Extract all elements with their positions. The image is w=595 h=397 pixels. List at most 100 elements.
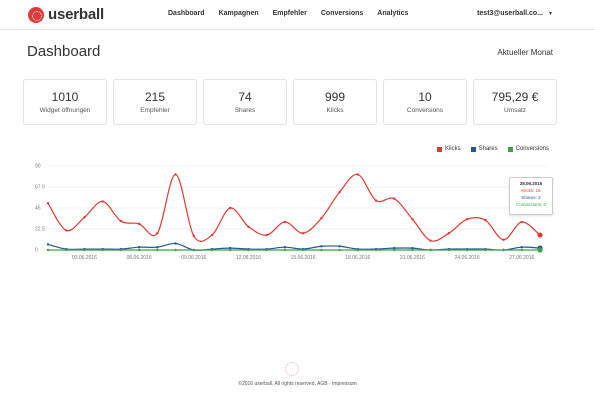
data-point-klicks bbox=[356, 173, 359, 176]
data-point-shares bbox=[46, 243, 50, 246]
main-nav: Dashboard Kampagnen Empfehler Conversion… bbox=[168, 10, 422, 17]
nav-empfehler[interactable]: Empfehler bbox=[273, 10, 307, 17]
y-tick-label: 22.5 bbox=[35, 227, 45, 233]
data-point-conversions bbox=[301, 248, 305, 252]
data-point-klicks bbox=[229, 206, 232, 210]
kpi-label: Klicks bbox=[326, 107, 344, 114]
data-point-klicks bbox=[520, 220, 523, 224]
legend-item-klicks[interactable]: Klicks bbox=[436, 146, 461, 152]
data-point-conversions bbox=[229, 248, 232, 252]
data-point-conversions bbox=[338, 248, 341, 252]
userball-logo[interactable]: userball bbox=[28, 6, 104, 23]
data-point-shares bbox=[520, 246, 523, 249]
data-point-klicks bbox=[374, 199, 378, 202]
kpi-label: Shares bbox=[234, 107, 256, 114]
kpi-card-empfehler: 215 Empfehler bbox=[113, 79, 197, 125]
data-point-conversions bbox=[265, 248, 268, 252]
legend-item-shares[interactable]: Shares bbox=[470, 146, 498, 152]
footer-text: ©2016 userball. All rights reserved. AGB… bbox=[238, 381, 357, 387]
data-point-conversions bbox=[65, 248, 68, 252]
period-selector[interactable]: Aktueller Monat bbox=[497, 48, 553, 57]
legend-label: Klicks bbox=[444, 146, 461, 152]
nav-conversions[interactable]: Conversions bbox=[321, 10, 363, 17]
data-point-shares bbox=[338, 245, 341, 248]
data-point-klicks bbox=[338, 190, 341, 194]
data-point-conversions bbox=[374, 248, 378, 252]
data-point-klicks bbox=[429, 239, 432, 242]
x-tick-label: 12.06.2016 bbox=[236, 255, 261, 261]
data-point-klicks bbox=[265, 233, 268, 237]
data-point-conversions bbox=[320, 248, 323, 252]
kpi-value: 1010 bbox=[51, 90, 79, 104]
kpi-card-shares: 74 Shares bbox=[203, 79, 287, 125]
x-tick-label: 24.06.2016 bbox=[455, 255, 480, 261]
data-point-conversions bbox=[537, 247, 543, 253]
legend-swatch-klicks bbox=[436, 146, 442, 152]
data-point-conversions bbox=[411, 248, 414, 252]
data-point-klicks bbox=[83, 216, 86, 219]
legend-item-conversions[interactable]: Conversions bbox=[507, 146, 549, 152]
data-point-conversions bbox=[429, 248, 432, 252]
logo-text: userball bbox=[48, 6, 104, 23]
x-tick-label: 27.06.2016 bbox=[509, 255, 534, 261]
kpi-label: Empfehler bbox=[140, 107, 170, 114]
data-point-klicks bbox=[101, 200, 104, 203]
data-point-conversions bbox=[465, 248, 469, 252]
nav-dashboard[interactable]: Dashboard bbox=[168, 10, 205, 17]
kpi-card-widget-openings: 1010 Widget öffnungen bbox=[23, 79, 107, 125]
kpi-value: 10 bbox=[418, 90, 432, 104]
data-point-klicks bbox=[247, 225, 250, 228]
kpi-label: Widget öffnungen bbox=[39, 107, 91, 114]
chart-legend: Klicks Shares Conversions bbox=[427, 146, 549, 152]
data-point-klicks bbox=[411, 218, 414, 221]
legend-swatch-shares bbox=[470, 146, 476, 152]
legend-label: Conversions bbox=[515, 146, 549, 152]
data-point-klicks bbox=[301, 232, 305, 235]
x-tick-label: 06.06.2016 bbox=[127, 255, 152, 261]
x-tick-label: 21.06.2016 bbox=[400, 255, 425, 261]
tooltip-conversions: Conversions: 0 bbox=[515, 202, 546, 207]
data-point-conversions bbox=[356, 248, 359, 252]
chart-tooltip: 28.06.2016 Klicks: 16 Shares: 2 Conversi… bbox=[509, 177, 553, 215]
data-point-shares bbox=[320, 245, 323, 248]
footer-ball-icon bbox=[285, 362, 299, 376]
kpi-value: 74 bbox=[238, 90, 252, 104]
data-point-shares bbox=[174, 242, 177, 245]
data-point-klicks bbox=[447, 232, 451, 235]
data-point-klicks bbox=[156, 232, 159, 235]
kpi-value: 215 bbox=[144, 90, 166, 104]
page-title: Dashboard bbox=[27, 43, 101, 60]
data-point-conversions bbox=[447, 248, 451, 252]
y-tick-label: 90 bbox=[35, 164, 41, 170]
data-point-klicks bbox=[174, 173, 177, 176]
kpi-card-conversions: 10 Conversions bbox=[383, 79, 467, 125]
data-point-klicks bbox=[119, 219, 123, 223]
user-email: test3@userball.co... bbox=[477, 10, 544, 17]
tooltip-klicks: Klicks: 16 bbox=[521, 188, 541, 193]
kpi-label: Conversions bbox=[406, 107, 444, 114]
y-tick-label: 67.5 bbox=[35, 185, 45, 191]
data-point-klicks bbox=[46, 202, 50, 205]
legend-label: Shares bbox=[478, 146, 498, 152]
kpi-card-klicks: 999 Klicks bbox=[293, 79, 377, 125]
data-point-conversions bbox=[283, 248, 287, 252]
data-point-conversions bbox=[174, 248, 177, 252]
top-navigation-bar: userball Dashboard Kampagnen Empfehler C… bbox=[0, 0, 595, 30]
data-point-conversions bbox=[192, 248, 195, 252]
nav-analytics[interactable]: Analytics bbox=[377, 10, 408, 17]
data-point-conversions bbox=[210, 248, 214, 252]
data-point-klicks bbox=[537, 232, 543, 238]
nav-kampagnen[interactable]: Kampagnen bbox=[219, 10, 259, 17]
data-point-shares bbox=[283, 246, 287, 249]
data-point-conversions bbox=[502, 248, 505, 252]
kpi-value: 795,29 € bbox=[491, 90, 539, 104]
data-point-klicks bbox=[65, 229, 68, 232]
y-tick-label: 0 bbox=[35, 248, 38, 254]
x-tick-label: 15.06.2016 bbox=[291, 255, 316, 261]
data-point-klicks bbox=[393, 197, 396, 200]
x-tick-label: 03.06.2016 bbox=[72, 255, 97, 261]
data-point-conversions bbox=[156, 248, 159, 252]
user-menu[interactable]: test3@userball.co... ▼ bbox=[477, 10, 553, 17]
logo-ball-icon bbox=[28, 6, 44, 23]
data-point-klicks bbox=[192, 234, 195, 238]
